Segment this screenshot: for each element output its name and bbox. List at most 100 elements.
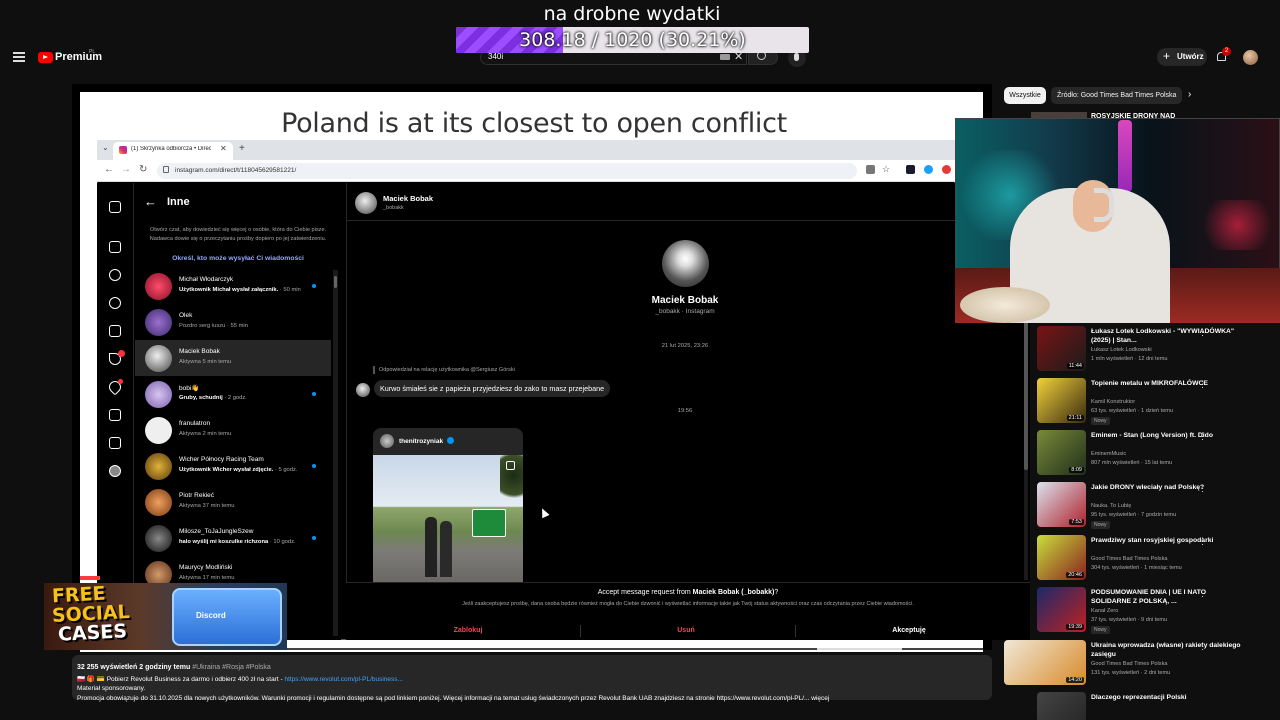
list-title: Inne: [167, 196, 190, 208]
recommendation-item[interactable]: Dlaczego reprezentacji Polski: [1037, 692, 1277, 720]
bookmark-star-icon[interactable]: ☆: [882, 164, 890, 175]
extension-icon[interactable]: [924, 165, 933, 174]
conversation-item[interactable]: Olek Pozdro serg iuszu · 55 min: [135, 304, 331, 340]
account-avatar[interactable]: [1243, 50, 1258, 65]
rec-channel[interactable]: Łukasz Lotek Lodkowski: [1091, 347, 1152, 353]
conversation-item[interactable]: Michał Włodarczyk Użytkownik Michał wysł…: [135, 268, 331, 304]
search-input-value[interactable]: 340i: [488, 52, 503, 61]
rec-channel[interactable]: Kanał Zero: [1091, 608, 1118, 614]
rec-thumbnail[interactable]: 14:20: [1004, 640, 1086, 685]
rec-thumbnail[interactable]: 8:09: [1037, 430, 1086, 475]
recommendation-item[interactable]: 7:53 Jakie DRONY wleciały nad Polskę? Nauk…: [1037, 482, 1277, 534]
rec-channel[interactable]: Good Times Bad Times Polska: [1091, 556, 1167, 562]
rec-title[interactable]: Eminem - Stan (Long Version) ft. Dido: [1091, 431, 1241, 440]
unread-dot: [312, 536, 316, 540]
menu-icon[interactable]: [13, 52, 25, 62]
more-options-icon[interactable]: ⋮: [1198, 536, 1207, 547]
description-line: Materiał sponsorowany.: [77, 685, 146, 692]
tab-close-icon[interactable]: ✕: [220, 144, 227, 153]
recommendation-item[interactable]: 14:20 Ukraina wprowadza (własne) rakiety …: [1004, 640, 1244, 692]
description-link[interactable]: https://www.revolut.com/pl-PL/business..…: [284, 676, 403, 683]
reels-icon[interactable]: [109, 325, 121, 337]
rec-channel[interactable]: Kamil Konstruktor: [1091, 399, 1135, 405]
profile-avatar[interactable]: [662, 240, 709, 287]
conversation-item[interactable]: franulatron Aktywna 2 min temu: [135, 412, 331, 448]
sender-avatar[interactable]: [356, 383, 370, 397]
rec-thumbnail[interactable]: 19:39: [1037, 587, 1086, 632]
more-options-icon[interactable]: ⋮: [1198, 641, 1207, 652]
more-options-icon[interactable]: ⋮: [1198, 483, 1207, 494]
home-icon[interactable]: [109, 241, 121, 253]
install-app-icon[interactable]: [866, 165, 875, 174]
delete-button[interactable]: Usuń: [573, 622, 799, 640]
explore-icon[interactable]: [109, 297, 121, 309]
rec-thumbnail[interactable]: 11:44: [1037, 326, 1086, 371]
recommendation-item[interactable]: 11:44 Łukasz Lotek Lodkowski - "WYWIADÓWK…: [1037, 326, 1277, 378]
recommendation-item[interactable]: 21:11 Topienie metalu w MIKROFALÓWCE Kamil…: [1037, 378, 1277, 430]
chat-header-avatar[interactable]: [355, 192, 377, 214]
extension-icon[interactable]: [942, 165, 951, 174]
more-options-icon[interactable]: ⋮: [1198, 327, 1207, 338]
unread-dot: [312, 284, 316, 288]
accept-button[interactable]: Akceptuję: [796, 622, 1022, 640]
more-options-icon[interactable]: ⋮: [1198, 431, 1207, 442]
more-options-icon[interactable]: ⋮: [1198, 379, 1207, 390]
avatar: [145, 453, 172, 480]
chip-source[interactable]: Źródło: Good Times Bad Times Polska: [1051, 87, 1182, 104]
youtube-logo-icon[interactable]: [38, 52, 53, 63]
plus-icon[interactable]: +: [1163, 49, 1170, 63]
conversation-item[interactable]: bobi👋 Gruby, schudnij · 2 godz.: [135, 376, 331, 412]
chip-all[interactable]: Wszystkie: [1004, 87, 1046, 104]
video-progress-segment[interactable]: [817, 648, 902, 650]
chevron-right-icon[interactable]: ›: [1188, 89, 1191, 100]
list-scrollbar[interactable]: [333, 270, 338, 636]
rec-channel[interactable]: Nauka. To Lubię: [1091, 503, 1131, 509]
forward-arrow-icon[interactable]: →: [121, 164, 131, 175]
extension-icon[interactable]: [906, 165, 915, 174]
rec-title[interactable]: PODSUMOWANIE DNIA | UE I NATO SOLIDARNE …: [1091, 588, 1241, 606]
microphone-icon[interactable]: [794, 53, 799, 61]
list-scrollbar-thumb[interactable]: [334, 276, 337, 288]
message-settings-link[interactable]: Określ, kto może wysyłać Ci wiadomości: [143, 255, 333, 262]
rec-thumbnail[interactable]: 20:46: [1037, 535, 1086, 580]
rec-thumbnail[interactable]: [1037, 692, 1086, 720]
chat-header-name[interactable]: Maciek Bobak: [383, 194, 433, 203]
recommendation-item[interactable]: 8:09 Eminem - Stan (Long Version) ft. Did…: [1037, 430, 1277, 482]
webcam-light: [1195, 200, 1280, 250]
rec-title[interactable]: Topienie metalu w MIKROFALÓWCE: [1091, 379, 1241, 388]
rec-title[interactable]: Prawdziwy stan rosyjskiej gospodarki: [1091, 536, 1241, 545]
back-arrow-icon[interactable]: ←: [104, 164, 114, 175]
dashboard-icon[interactable]: [109, 437, 121, 449]
conversation-item[interactable]: Milosze_ToJaJungleSzew halo wyślij mi ko…: [135, 520, 331, 556]
tab-search-icon[interactable]: ⌄: [102, 143, 109, 152]
block-button[interactable]: Zablokuj: [355, 622, 581, 640]
conversation-item[interactable]: Wicher Północy Racing Team Użytkownik Wi…: [135, 448, 331, 484]
rec-thumbnail[interactable]: 7:53: [1037, 482, 1086, 527]
profile-icon[interactable]: [109, 465, 121, 477]
conversation-item[interactable]: Piotr Rekieć Aktywna 37 min temu: [135, 484, 331, 520]
instagram-logo-icon[interactable]: [109, 201, 121, 213]
new-tab-icon[interactable]: +: [239, 143, 245, 154]
message-bubble[interactable]: Kurwo śmiałeś sie z papieża przyjedziesz…: [374, 380, 611, 397]
recommendation-item[interactable]: 20:46 Prawdziwy stan rosyjskiej gospodark…: [1037, 535, 1277, 587]
rec-title[interactable]: Ukraina wprowadza (własne) rakiety dalek…: [1091, 641, 1241, 659]
recommendation-item[interactable]: 19:39 PODSUMOWANIE DNIA | UE I NATO SOLID…: [1037, 587, 1277, 639]
rec-title[interactable]: Jakie DRONY wleciały nad Polskę?: [1091, 483, 1241, 492]
create-post-icon[interactable]: [109, 409, 121, 421]
post-author-name[interactable]: thenitrozyniak: [399, 438, 443, 445]
create-button-label[interactable]: Utwórz: [1177, 52, 1204, 61]
address-bar-url[interactable]: instagram.com/direct/t/118045629581221/: [175, 167, 296, 174]
rec-title[interactable]: Łukasz Lotek Lodkowski - "WYWIADÓWKA" (2…: [1091, 327, 1241, 345]
reload-icon[interactable]: ↻: [139, 164, 147, 175]
search-icon[interactable]: [109, 269, 121, 281]
back-arrow-icon[interactable]: ←: [144, 194, 157, 209]
more-options-icon[interactable]: ⋮: [1198, 588, 1207, 599]
browser-tab-title[interactable]: (1) Skrzynka odbiorcza • Direct: [131, 146, 211, 152]
rec-channel[interactable]: EminemMusic: [1091, 451, 1126, 457]
rec-channel[interactable]: Good Times Bad Times Polska: [1091, 661, 1167, 667]
site-info-icon[interactable]: [163, 166, 169, 173]
rec-thumbnail[interactable]: 21:11: [1037, 378, 1086, 423]
conversation-item-selected[interactable]: Maciek Bobak Aktywna 5 min temu: [135, 340, 331, 376]
keyboard-icon[interactable]: [720, 54, 730, 60]
rec-title[interactable]: Dlaczego reprezentacji Polski: [1091, 693, 1241, 702]
